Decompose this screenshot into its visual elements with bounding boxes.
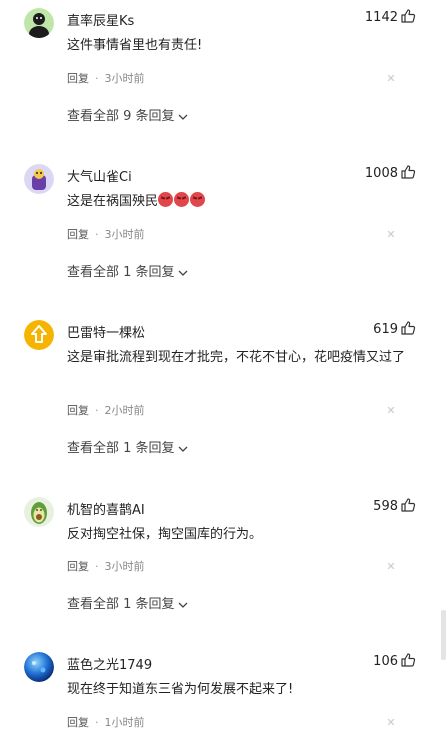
chevron-down-icon: [178, 445, 188, 453]
close-icon[interactable]: ✕: [386, 561, 396, 572]
username[interactable]: 直率辰星Ks: [67, 10, 134, 29]
thumbs-up-icon[interactable]: [400, 652, 416, 668]
avatar[interactable]: [24, 164, 54, 194]
separator-dot: ·: [95, 228, 99, 241]
timestamp: 2小时前: [104, 404, 145, 417]
view-replies-button[interactable]: 查看全部 1 条回复: [67, 437, 188, 456]
separator-dot: ·: [95, 72, 99, 85]
cartoon-character-icon: [24, 164, 54, 194]
avatar[interactable]: [24, 497, 54, 527]
close-icon[interactable]: ✕: [386, 717, 396, 728]
close-icon[interactable]: ✕: [386, 405, 396, 416]
view-replies-button[interactable]: 查看全部 9 条回复: [67, 105, 188, 124]
scrollbar[interactable]: [441, 610, 446, 660]
comment-item: 巴雷特一棵松 619 这是审批流程到现在才批完，不花不甘心，花吧疫情又过了 回复…: [0, 320, 446, 460]
comment-item: 机智的喜鹊AI 598 反对掏空社保，掏空国库的行为。 回复 · 3小时前 ✕ 查看…: [0, 497, 446, 617]
view-replies-label: 查看全部 1 条回复: [67, 265, 175, 280]
close-icon[interactable]: ✕: [386, 229, 396, 240]
comment-item: 蓝色之光1749 106 现在终于知道东三省为何发展不起来了! 回复 · 1小时前 …: [0, 652, 446, 735]
avocado-icon: [24, 497, 54, 527]
reply-button[interactable]: 回复: [67, 72, 89, 85]
like-count: 106: [373, 654, 398, 669]
avatar[interactable]: [24, 652, 54, 682]
comment-text: 反对掏空社保，掏空国库的行为。: [67, 527, 263, 542]
view-replies-label: 查看全部 1 条回复: [67, 597, 175, 612]
thumbs-up-icon[interactable]: [400, 164, 416, 180]
username[interactable]: 大气山雀Ci: [67, 166, 132, 185]
comment-text: 现在终于知道东三省为何发展不起来了!: [67, 682, 294, 697]
close-icon[interactable]: ✕: [386, 73, 396, 84]
comment-text: 这件事情省里也有责任!: [67, 38, 203, 53]
separator-dot: ·: [95, 716, 99, 729]
separator-dot: ·: [95, 560, 99, 573]
reply-button[interactable]: 回复: [67, 404, 89, 417]
comment-item: 大气山雀Ci 1008 这是在祸国殃民 回复 · 3小时前 ✕ 查看全部 1 条回复: [0, 164, 446, 284]
up-arrow-icon: [24, 320, 54, 350]
view-replies-label: 查看全部 1 条回复: [67, 441, 175, 456]
angry-emoji-icon: [190, 192, 206, 207]
like-count: 598: [373, 499, 398, 514]
like-count: 1142: [364, 10, 398, 25]
chevron-down-icon: [178, 269, 188, 277]
thumbs-up-icon[interactable]: [400, 8, 416, 24]
comments-page: { "reply_label": "回复", "separator": "·",…: [0, 0, 446, 735]
angry-emoji-icon: [158, 192, 174, 207]
timestamp: 3小时前: [104, 560, 145, 573]
thumbs-up-icon[interactable]: [400, 320, 416, 336]
chevron-down-icon: [178, 601, 188, 609]
comment-meta: 回复 · 1小时前: [67, 714, 145, 730]
angry-emoji-icon: [174, 192, 190, 207]
comment-meta: 回复 · 2小时前: [67, 402, 145, 418]
view-replies-label: 查看全部 9 条回复: [67, 109, 175, 124]
user-silhouette-icon: [24, 8, 54, 38]
separator-dot: ·: [95, 404, 99, 417]
reply-button[interactable]: 回复: [67, 560, 89, 573]
like-count: 619: [373, 322, 398, 337]
comment-meta: 回复 · 3小时前: [67, 70, 145, 86]
comment-meta: 回复 · 3小时前: [67, 226, 145, 242]
thumbs-up-icon[interactable]: [400, 497, 416, 513]
username[interactable]: 机智的喜鹊AI: [67, 499, 145, 518]
username[interactable]: 巴雷特一棵松: [67, 322, 145, 341]
comment-item: 直率辰星Ks 1142 这件事情省里也有责任! 回复 · 3小时前 ✕ 查看全部 9…: [0, 8, 446, 128]
comment-text: 这是审批流程到现在才批完，不花不甘心，花吧疫情又过了: [67, 350, 406, 365]
timestamp: 1小时前: [104, 716, 145, 729]
avatar[interactable]: [24, 8, 54, 38]
reply-button[interactable]: 回复: [67, 228, 89, 241]
avatar[interactable]: [24, 320, 54, 350]
blue-orb-icon: [24, 652, 54, 682]
comment-text: 这是在祸国殃民: [67, 191, 407, 212]
chevron-down-icon: [178, 113, 188, 121]
timestamp: 3小时前: [104, 72, 145, 85]
reply-button[interactable]: 回复: [67, 716, 89, 729]
like-count: 1008: [364, 166, 398, 181]
username[interactable]: 蓝色之光1749: [67, 654, 152, 673]
timestamp: 3小时前: [104, 228, 145, 241]
view-replies-button[interactable]: 查看全部 1 条回复: [67, 261, 188, 280]
comment-meta: 回复 · 3小时前: [67, 558, 145, 574]
comment-text-body: 这是在祸国殃民: [67, 194, 159, 209]
view-replies-button[interactable]: 查看全部 1 条回复: [67, 593, 188, 612]
